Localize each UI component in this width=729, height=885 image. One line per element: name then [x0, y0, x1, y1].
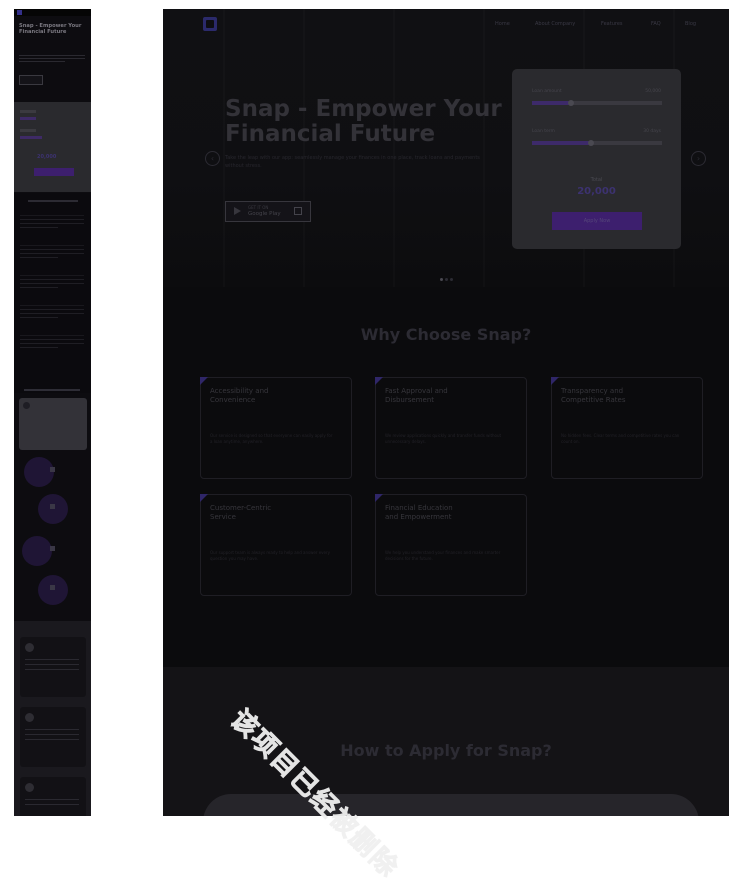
feature-desc: No hidden fees. Clear terms and competit…	[561, 433, 680, 444]
desktop-preview: Home About Company Features FAQ Blog ‹ ›…	[163, 9, 729, 816]
slider-dot[interactable]	[440, 278, 443, 281]
term-slider-knob[interactable]	[587, 140, 594, 146]
mobile-testimonial-card	[20, 777, 86, 816]
mobile-store-button[interactable]	[19, 75, 43, 85]
total-label: Total	[590, 177, 603, 183]
amount-slider-knob[interactable]	[568, 100, 574, 106]
mobile-step-circle	[22, 536, 52, 566]
mobile-preview: Snap - Empower Your Financial Future 20,…	[14, 9, 91, 816]
feature-desc: Our support team is always ready to help…	[210, 550, 331, 561]
feature-title: Customer-Centric Service	[210, 504, 272, 521]
mobile-step-icon	[50, 467, 55, 472]
why-section: Why Choose Snap? Accessibility and Conve…	[163, 287, 729, 667]
feature-title: Fast Approval and Disbursement	[385, 387, 448, 404]
why-title: Why Choose Snap?	[360, 325, 532, 344]
amount-label: Loan amount	[532, 89, 562, 94]
mobile-step-circle	[24, 457, 54, 487]
feature-card: Financial Education and Empowerment We h…	[375, 494, 527, 596]
slider-dot[interactable]	[450, 278, 453, 281]
mobile-step-circle	[38, 575, 68, 605]
play-store-icon	[234, 207, 241, 215]
top-nav: Home About Company Features FAQ Blog	[163, 9, 729, 37]
mobile-header	[14, 9, 91, 16]
mobile-step-icon	[50, 585, 55, 590]
google-play-button[interactable]: GET IT ON Google Play	[225, 201, 311, 222]
feature-title: Accessibility and Convenience	[210, 387, 269, 404]
store-label: Google Play	[248, 211, 281, 217]
hero-section: Home About Company Features FAQ Blog ‹ ›…	[163, 9, 729, 287]
term-slider-fill	[532, 141, 591, 145]
apply-now-button[interactable]: Apply Now	[552, 212, 642, 230]
mobile-step-icon	[50, 546, 55, 551]
qr-code-icon	[294, 207, 302, 215]
mobile-step-card	[19, 398, 87, 450]
nav-about[interactable]: About Company	[535, 21, 575, 27]
mobile-why-section	[14, 193, 91, 393]
loan-calculator-card: Loan amount 50,000 Loan term 30 days Tot…	[512, 69, 681, 249]
mobile-step-icon	[50, 504, 55, 509]
mobile-testimonial-card	[20, 637, 86, 697]
feature-desc: We review applications quickly and trans…	[385, 433, 502, 444]
nav-features[interactable]: Features	[601, 21, 623, 27]
hero-title: Snap - Empower Your Financial Future	[225, 96, 502, 147]
feature-card: Transparency and Competitive Rates No hi…	[551, 377, 703, 479]
mobile-testimonial-card	[20, 707, 86, 767]
nav-blog[interactable]: Blog	[685, 21, 696, 27]
hero-description: Take the leap with our app: seamlessly m…	[225, 155, 480, 169]
store-sub-label: GET IT ON	[248, 205, 269, 210]
mobile-hero-title: Snap - Empower Your Financial Future	[19, 23, 82, 35]
logo-icon[interactable]	[203, 17, 217, 31]
slider-dot[interactable]	[445, 278, 448, 281]
slider-dots	[440, 266, 455, 285]
term-slider[interactable]	[532, 140, 662, 146]
feature-card: Fast Approval and Disbursement We review…	[375, 377, 527, 479]
total-value: 20,000	[577, 186, 616, 197]
nav-faq[interactable]: FAQ	[651, 21, 661, 27]
chevron-right-icon[interactable]: ›	[691, 151, 706, 166]
mobile-total: 20,000	[37, 154, 57, 160]
feature-title: Transparency and Competitive Rates	[561, 387, 626, 404]
mobile-calculator-card: 20,000	[14, 102, 91, 192]
mobile-logo	[17, 10, 22, 15]
term-label: Loan term	[532, 129, 555, 134]
feature-card: Customer-Centric Service Our support tea…	[200, 494, 352, 596]
how-step-card	[203, 794, 699, 816]
feature-desc: Our service is designed so that everyone…	[210, 433, 333, 444]
mobile-testimonials	[14, 621, 91, 816]
feature-card: Accessibility and Convenience Our servic…	[200, 377, 352, 479]
term-value: 30 days	[643, 129, 661, 134]
feature-desc: We help you understand your finances and…	[385, 550, 501, 561]
mobile-apply-button[interactable]	[34, 168, 74, 176]
chevron-left-icon[interactable]: ‹	[205, 151, 220, 166]
feature-title: Financial Education and Empowerment	[385, 504, 453, 521]
amount-slider[interactable]	[532, 100, 662, 106]
mobile-step-circle	[38, 494, 68, 524]
mobile-hero-text	[19, 55, 85, 65]
nav-home[interactable]: Home	[495, 21, 510, 27]
amount-slider-fill	[532, 101, 571, 105]
amount-value: 50,000	[645, 89, 661, 94]
